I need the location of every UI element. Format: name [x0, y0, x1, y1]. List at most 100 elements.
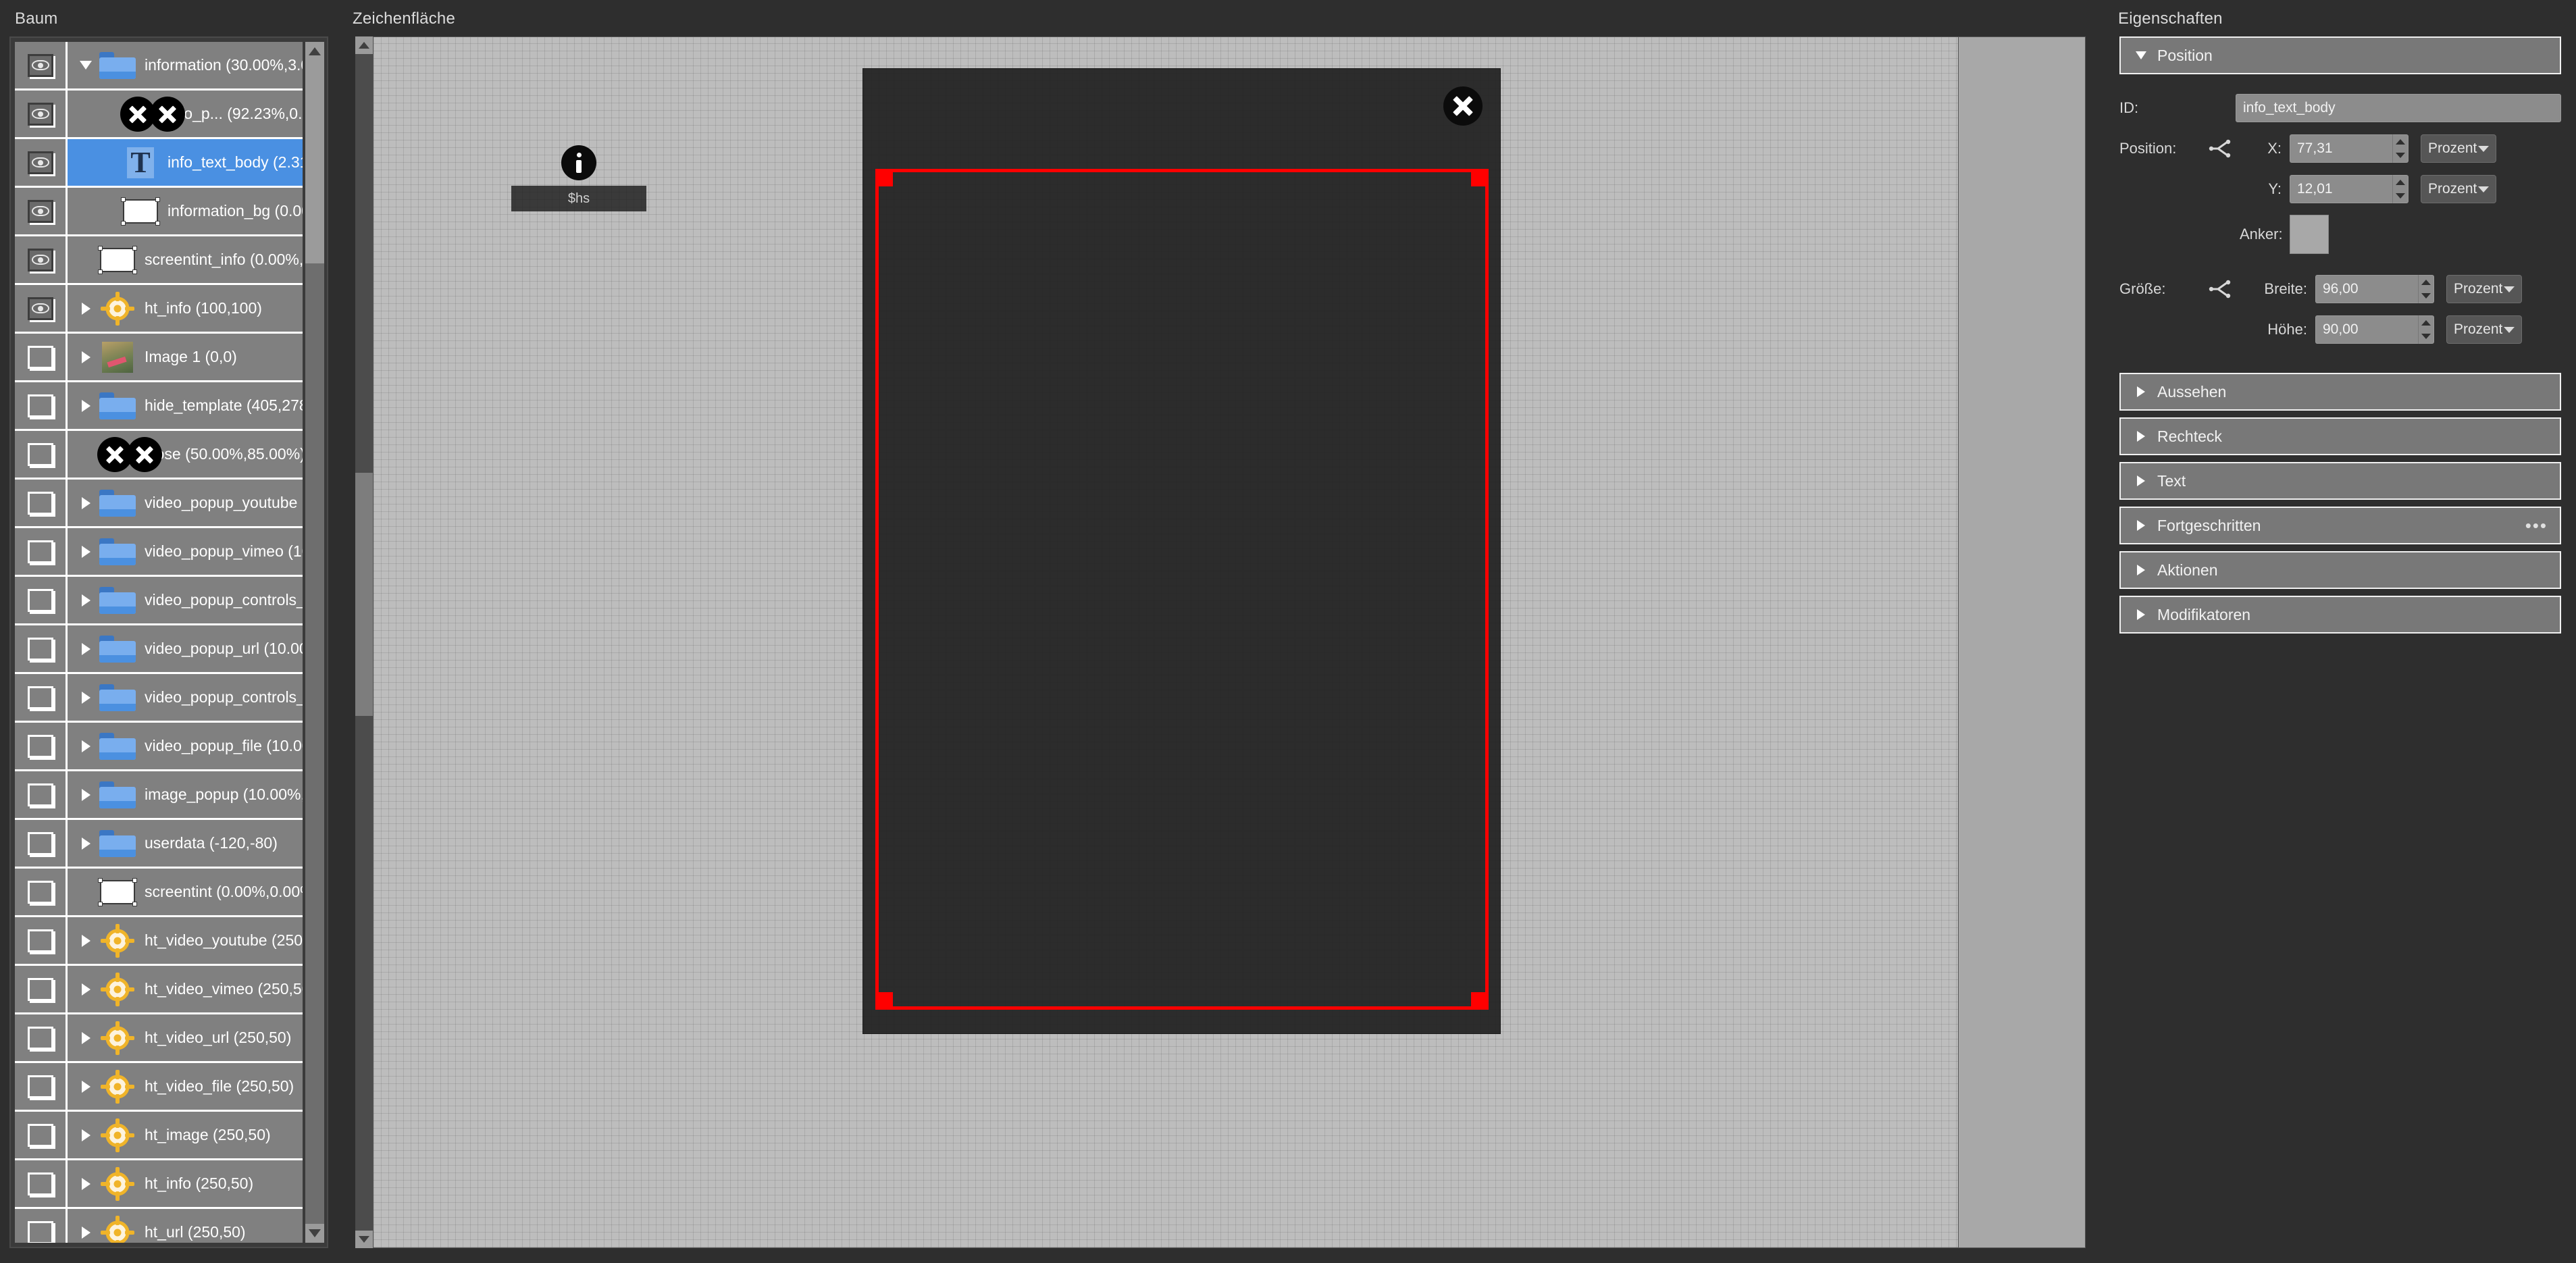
tree-scroll-up-arrow[interactable] [305, 42, 324, 61]
tree-row-body[interactable]: ht_video_url (250,50) [68, 1014, 303, 1061]
tree-row[interactable]: screentint (0.00%,0.00%) [15, 869, 303, 917]
anchor-swatch[interactable] [2290, 215, 2329, 254]
y-input[interactable]: 12,01 [2290, 175, 2392, 203]
visibility-checkbox[interactable] [27, 929, 53, 952]
tree-row[interactable]: Image 1 (0,0) [15, 334, 303, 382]
tree-scrollbar-track[interactable] [305, 263, 324, 1224]
section-header-text[interactable]: Text [2119, 462, 2561, 500]
chevron-right-icon[interactable] [74, 788, 97, 801]
width-stepper[interactable]: 96,00 [2315, 275, 2434, 303]
visibility-cell[interactable] [15, 820, 68, 867]
tree-row-body[interactable]: ht_video_vimeo (250,50) [68, 966, 303, 1012]
tree-row-body[interactable]: video_popup_controls_url (-142,-31) [68, 577, 303, 623]
visibility-checkbox[interactable] [27, 588, 53, 612]
visibility-checkbox[interactable] [27, 783, 53, 806]
canvas-scrollbar-track[interactable] [355, 54, 373, 1231]
visibility-checkbox[interactable] [27, 1075, 53, 1098]
height-stepper[interactable]: 90,00 [2315, 315, 2434, 344]
visibility-cell[interactable] [15, 1209, 68, 1243]
tree-row[interactable]: ht_video_file (250,50) [15, 1063, 303, 1112]
selection-handle-top-right[interactable] [1471, 169, 1489, 186]
visibility-cell[interactable] [15, 334, 68, 380]
tree-row[interactable]: close (50.00%,85.00%) [15, 431, 303, 480]
x-stepper[interactable]: 77,31 [2290, 134, 2408, 163]
chevron-right-icon[interactable] [74, 691, 97, 704]
height-input[interactable]: 90,00 [2315, 315, 2418, 344]
visibility-cell[interactable] [15, 1160, 68, 1207]
x-unit-select[interactable]: Prozent [2421, 134, 2496, 163]
height-decrement-button[interactable] [2419, 330, 2433, 343]
visibility-checkbox[interactable] [27, 1026, 53, 1050]
tree-row-body[interactable]: information (30.00%,3.00%) [68, 42, 303, 88]
info-popup-window[interactable] [862, 68, 1501, 1034]
tree-row-body[interactable]: close (50.00%,85.00%) [68, 431, 303, 478]
chevron-down-icon[interactable] [74, 61, 97, 70]
chevron-right-icon[interactable] [74, 1129, 97, 1141]
visibility-cell[interactable] [15, 480, 68, 526]
visibility-checkbox[interactable] [27, 540, 53, 563]
visibility-checkbox[interactable] [27, 442, 53, 466]
x-stepper-buttons[interactable] [2392, 134, 2408, 163]
visibility-cell[interactable] [15, 966, 68, 1012]
tree-row-body[interactable]: information_bg (0.00%,0.00%) [68, 188, 303, 234]
canvas-stage[interactable]: $hs [373, 36, 2086, 1248]
height-unit-select[interactable]: Prozent [2446, 315, 2522, 344]
tree-row[interactable]: image_popup (10.00%,10.00%) [15, 771, 303, 820]
tree-row[interactable]: ht_info (250,50) [15, 1160, 303, 1209]
visibility-checkbox[interactable] [27, 977, 53, 1001]
tree-row[interactable]: ht_video_youtube (250,50) [15, 917, 303, 966]
visibility-checkbox[interactable] [27, 1220, 53, 1243]
canvas-scroll-up-arrow[interactable] [355, 36, 373, 54]
visibility-checkbox[interactable] [27, 637, 53, 661]
selection-handle-bottom-left[interactable] [875, 992, 893, 1010]
tree-row-body[interactable]: Image 1 (0,0) [68, 334, 303, 380]
tree-row[interactable]: screentint_info (0.00%,0.00%) [15, 236, 303, 285]
width-increment-button[interactable] [2419, 276, 2433, 289]
visibility-cell[interactable] [15, 917, 68, 964]
chevron-right-icon[interactable] [74, 496, 97, 509]
chevron-right-icon[interactable] [74, 934, 97, 947]
tree-row[interactable]: Tinfo_text_body (2.31%,8.32%) [15, 139, 303, 188]
visibility-eye-icon[interactable] [27, 248, 53, 272]
canvas-scrollbar-thumb[interactable] [355, 473, 373, 716]
visibility-cell[interactable] [15, 1063, 68, 1110]
tree-row[interactable]: video_popup_url (10.00%,10.00%) [15, 625, 303, 674]
selection-handle-bottom-right[interactable] [1471, 992, 1489, 1010]
visibility-cell[interactable] [15, 91, 68, 137]
y-stepper-buttons[interactable] [2392, 175, 2408, 203]
width-stepper-buttons[interactable] [2418, 275, 2434, 303]
tree-row[interactable]: video_popup_vimeo (10.00%,10.00%) [15, 528, 303, 577]
chevron-right-icon[interactable] [74, 399, 97, 412]
chevron-right-icon[interactable] [74, 642, 97, 655]
tree-scrollbar[interactable] [305, 42, 324, 1243]
visibility-checkbox[interactable] [27, 1172, 53, 1195]
chevron-right-icon[interactable] [74, 983, 97, 996]
tree-row-body[interactable]: video_popup_youtube (10.00%,10.00%) [68, 480, 303, 526]
visibility-cell[interactable] [15, 528, 68, 575]
tree-row-body[interactable]: userdata (-120,-80) [68, 820, 303, 867]
tree-row[interactable]: video_popup_youtube (10.00%,10.00%) [15, 480, 303, 528]
visibility-cell[interactable] [15, 577, 68, 623]
link-size-icon[interactable] [2200, 279, 2240, 299]
visibility-cell[interactable] [15, 139, 68, 186]
visibility-cell[interactable] [15, 285, 68, 332]
chevron-right-icon[interactable] [74, 545, 97, 558]
section-header-position[interactable]: Position [2119, 36, 2561, 74]
visibility-eye-icon[interactable] [27, 53, 53, 77]
width-input[interactable]: 96,00 [2315, 275, 2418, 303]
visibility-cell[interactable] [15, 1014, 68, 1061]
tree-row-body[interactable]: hide_template (405,278) [68, 382, 303, 429]
canvas-scroll-down-arrow[interactable] [355, 1231, 373, 1248]
tree-row-body[interactable]: ht_url (250,50) [68, 1209, 303, 1243]
x-decrement-button[interactable] [2393, 149, 2408, 162]
section-header-aussehen[interactable]: Aussehen [2119, 373, 2561, 411]
chevron-right-icon[interactable] [74, 351, 97, 363]
tree-row-body[interactable]: video_popup_vimeo (10.00%,10.00%) [68, 528, 303, 575]
visibility-cell[interactable] [15, 382, 68, 429]
tree-row[interactable]: ht_info (100,100) [15, 285, 303, 334]
tree-row-body[interactable]: video_popup_url (10.00%,10.00%) [68, 625, 303, 672]
visibility-cell[interactable] [15, 236, 68, 283]
y-decrement-button[interactable] [2393, 189, 2408, 203]
canvas-vertical-scrollbar[interactable] [355, 36, 373, 1248]
width-decrement-button[interactable] [2419, 289, 2433, 303]
